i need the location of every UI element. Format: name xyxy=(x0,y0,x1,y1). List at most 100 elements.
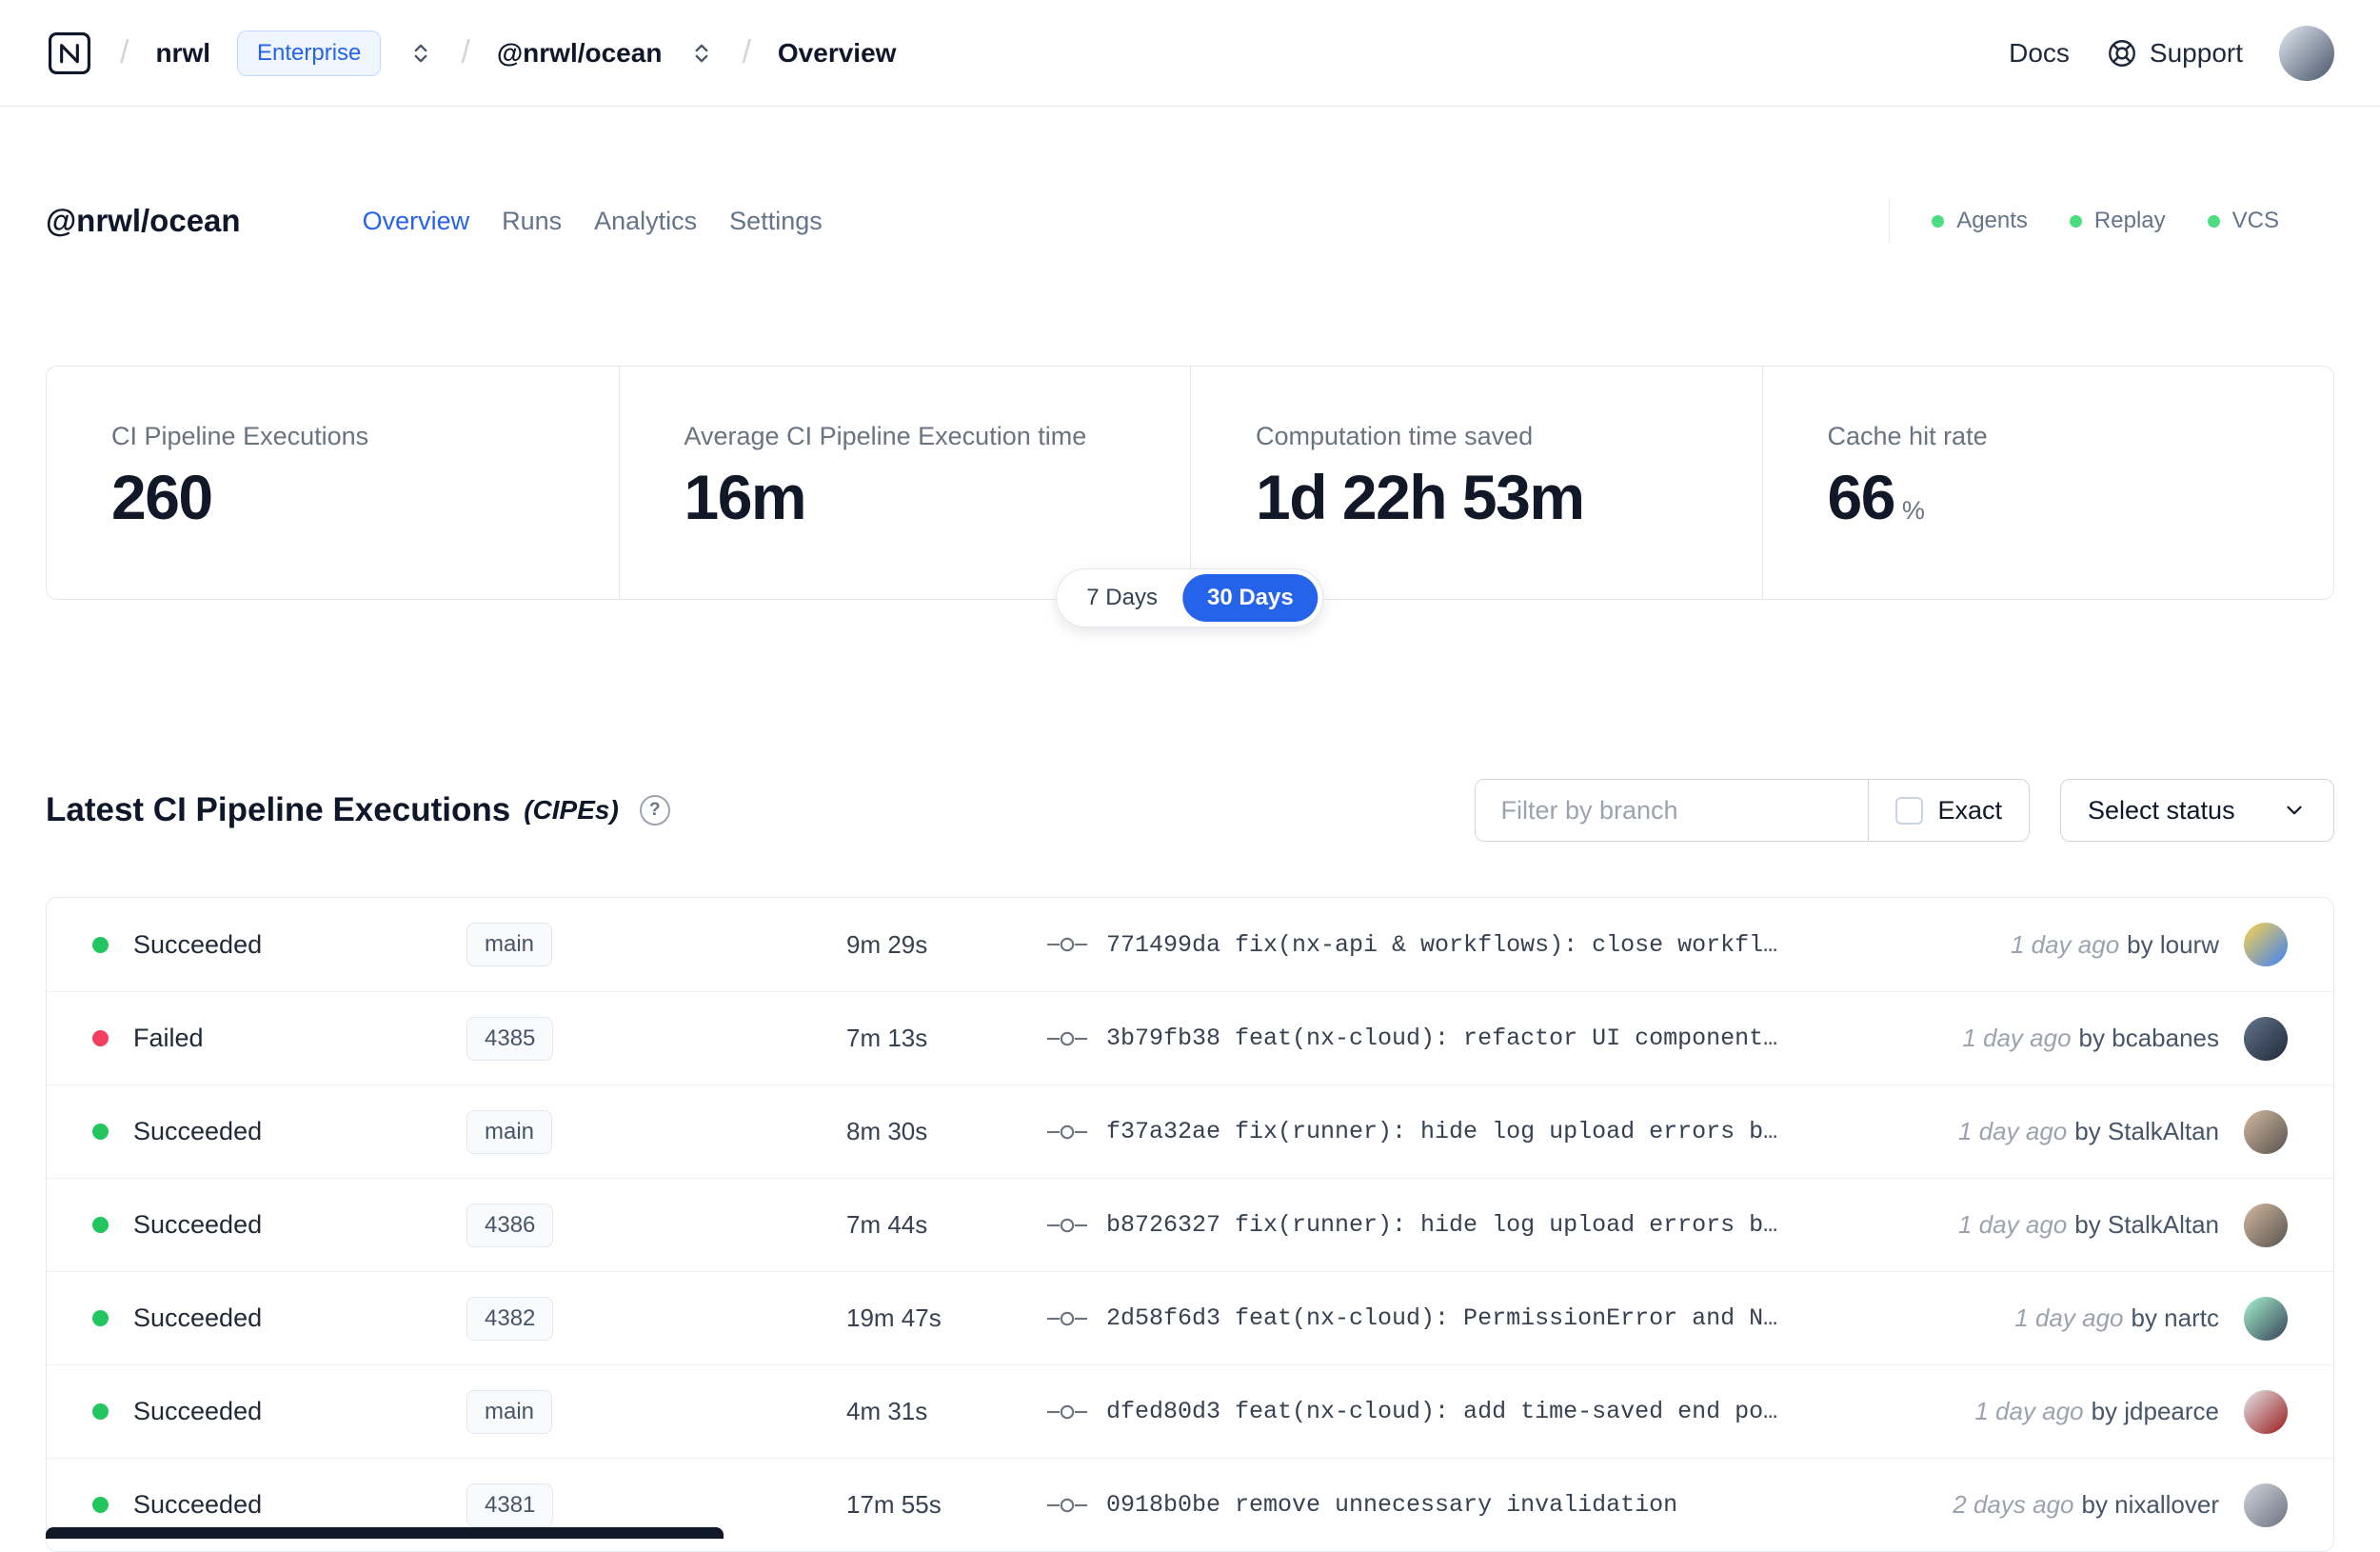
row-avatar xyxy=(2244,1203,2288,1247)
status-label: Succeeded xyxy=(133,1303,263,1332)
author-label: by StalkAltan xyxy=(2074,1117,2219,1145)
table-row[interactable]: Failed 4385 7m 13s 3b79fb38 feat(nx-clou… xyxy=(47,991,2333,1084)
cipe-section-header: Latest CI Pipeline Executions (CIPEs) ? … xyxy=(0,779,2380,842)
stats-section: CI Pipeline Executions 260 Average CI Pi… xyxy=(46,366,2334,627)
green-status-dot xyxy=(2207,214,2220,228)
duration-label: 8m 30s xyxy=(846,1117,928,1145)
table-row[interactable]: Succeeded 4386 7m 44s b8726327 fix(runne… xyxy=(47,1178,2333,1271)
author-label: by bcabanes xyxy=(2078,1024,2219,1052)
integration-vcs[interactable]: VCS xyxy=(2207,208,2279,234)
status-dot xyxy=(92,1310,109,1326)
time-ago: 2 days ago xyxy=(1953,1490,2074,1519)
chevron-down-icon xyxy=(2287,806,2302,815)
row-avatar xyxy=(2244,1389,2288,1434)
stat-value: 1d 22h 53m xyxy=(1256,462,1585,532)
commit-message: 3b79fb38 feat(nx-cloud): refactor UI com… xyxy=(1106,1025,1778,1052)
workspace-name[interactable]: @nrwl/ocean xyxy=(497,38,663,69)
table-row[interactable]: Succeeded main 4m 31s dfed80d3 feat(nx-c… xyxy=(47,1364,2333,1458)
duration-label: 4m 31s xyxy=(846,1397,928,1425)
date-range-toggle: 7 Days 30 Days xyxy=(1056,568,1324,627)
time-ago: 1 day ago xyxy=(1958,1117,2068,1145)
time-ago: 1 day ago xyxy=(1958,1210,2068,1239)
status-dot xyxy=(92,936,109,953)
table-row[interactable]: Succeeded main 8m 30s f37a32ae fix(runne… xyxy=(47,1084,2333,1178)
time-ago: 1 day ago xyxy=(1962,1024,2072,1052)
author-label: by StalkAltan xyxy=(2074,1210,2219,1239)
exact-checkbox[interactable] xyxy=(1895,796,1924,825)
top-navbar: / nrwl Enterprise / @nrwl/ocean / Overvi… xyxy=(0,0,2380,107)
tab-analytics[interactable]: Analytics xyxy=(594,207,697,236)
stat-value: 16m xyxy=(684,462,807,532)
branch-badge: main xyxy=(466,923,553,966)
stat-cache-hit-rate: Cache hit rate 66% xyxy=(1761,367,2334,599)
green-status-dot xyxy=(1932,214,1945,228)
git-commit-icon xyxy=(1047,1311,1087,1325)
breadcrumb-separator: / xyxy=(120,34,129,70)
duration-label: 17m 55s xyxy=(846,1490,942,1519)
org-name[interactable]: nrwl xyxy=(155,38,210,69)
integration-replay[interactable]: Replay xyxy=(2069,208,2166,234)
stat-computation-time-saved: Computation time saved 1d 22h 53m xyxy=(1190,367,1762,599)
git-commit-icon xyxy=(1047,1031,1087,1045)
author-label: by nartc xyxy=(2131,1303,2220,1332)
docs-link[interactable]: Docs xyxy=(2009,38,2070,69)
table-row[interactable]: Succeeded main 9m 29s 771499da fix(nx-ap… xyxy=(47,898,2333,991)
user-avatar[interactable] xyxy=(2279,25,2334,81)
exact-label: Exact xyxy=(1937,795,2002,825)
duration-label: 9m 29s xyxy=(846,929,928,959)
table-row[interactable]: Succeeded 4382 19m 47s 2d58f6d3 feat(nx-… xyxy=(47,1271,2333,1364)
git-commit-icon xyxy=(1047,1498,1087,1512)
duration-label: 19m 47s xyxy=(846,1303,942,1332)
integration-agents[interactable]: Agents xyxy=(1932,208,2028,234)
exact-filter: Exact xyxy=(1868,780,2029,841)
plan-badge: Enterprise xyxy=(237,30,382,76)
author-label: by lourw xyxy=(2127,929,2219,959)
workspace-header: @nrwl/ocean Overview Runs Analytics Sett… xyxy=(0,190,2380,251)
stat-label: Cache hit rate xyxy=(1827,422,1988,450)
nx-logo-icon[interactable] xyxy=(46,30,93,77)
stat-unit: % xyxy=(1901,496,1925,525)
status-select[interactable]: Select status xyxy=(2060,779,2334,842)
breadcrumb-separator: / xyxy=(461,34,470,70)
commit-message: f37a32ae fix(runner): hide log upload er… xyxy=(1106,1118,1778,1145)
row-avatar xyxy=(2244,1296,2288,1341)
status-label: Succeeded xyxy=(133,1490,263,1519)
stat-value: 66% xyxy=(1827,462,1925,532)
row-avatar xyxy=(2244,1482,2288,1527)
author-label: by jdpearce xyxy=(2091,1397,2219,1425)
breadcrumb-separator: / xyxy=(742,34,751,70)
stat-label: CI Pipeline Executions xyxy=(111,422,369,450)
commit-message: b8726327 fix(runner): hide log upload er… xyxy=(1106,1211,1778,1239)
range-30-days[interactable]: 30 Days xyxy=(1181,574,1319,622)
status-label: Succeeded xyxy=(133,1117,263,1145)
time-ago: 1 day ago xyxy=(1974,1397,2084,1425)
status-dot xyxy=(92,1403,109,1420)
branch-badge: main xyxy=(466,1389,553,1434)
help-icon[interactable]: ? xyxy=(639,795,670,826)
stat-average-execution-time: Average CI Pipeline Execution time 16m xyxy=(618,367,1191,599)
git-commit-icon xyxy=(1047,1124,1087,1139)
time-ago: 1 day ago xyxy=(2014,1303,2124,1332)
duration-label: 7m 13s xyxy=(846,1024,928,1052)
section-title: Latest CI Pipeline Executions xyxy=(46,791,511,828)
stats-cards: CI Pipeline Executions 260 Average CI Pi… xyxy=(46,366,2334,600)
branch-badge: 4381 xyxy=(466,1482,554,1527)
tab-settings[interactable]: Settings xyxy=(729,207,823,236)
branch-filter-input[interactable] xyxy=(1476,780,1869,841)
org-switcher-icon[interactable] xyxy=(407,40,434,67)
status-label: Succeeded xyxy=(133,1210,263,1239)
page-name: Overview xyxy=(777,37,897,68)
status-label: Failed xyxy=(133,1024,204,1052)
row-avatar xyxy=(2244,923,2288,966)
vertical-divider xyxy=(1889,199,1891,243)
green-status-dot xyxy=(2069,214,2082,228)
support-link[interactable]: Support xyxy=(2106,37,2243,70)
branch-badge: 4385 xyxy=(466,1016,554,1061)
workspace-switcher-icon[interactable] xyxy=(688,40,715,67)
workspace-title: @nrwl/ocean xyxy=(46,203,241,238)
git-commit-icon xyxy=(1047,937,1087,952)
tab-runs[interactable]: Runs xyxy=(502,207,562,236)
tab-overview[interactable]: Overview xyxy=(363,207,470,236)
git-commit-icon xyxy=(1047,1218,1087,1232)
range-7-days[interactable]: 7 Days xyxy=(1061,574,1182,622)
